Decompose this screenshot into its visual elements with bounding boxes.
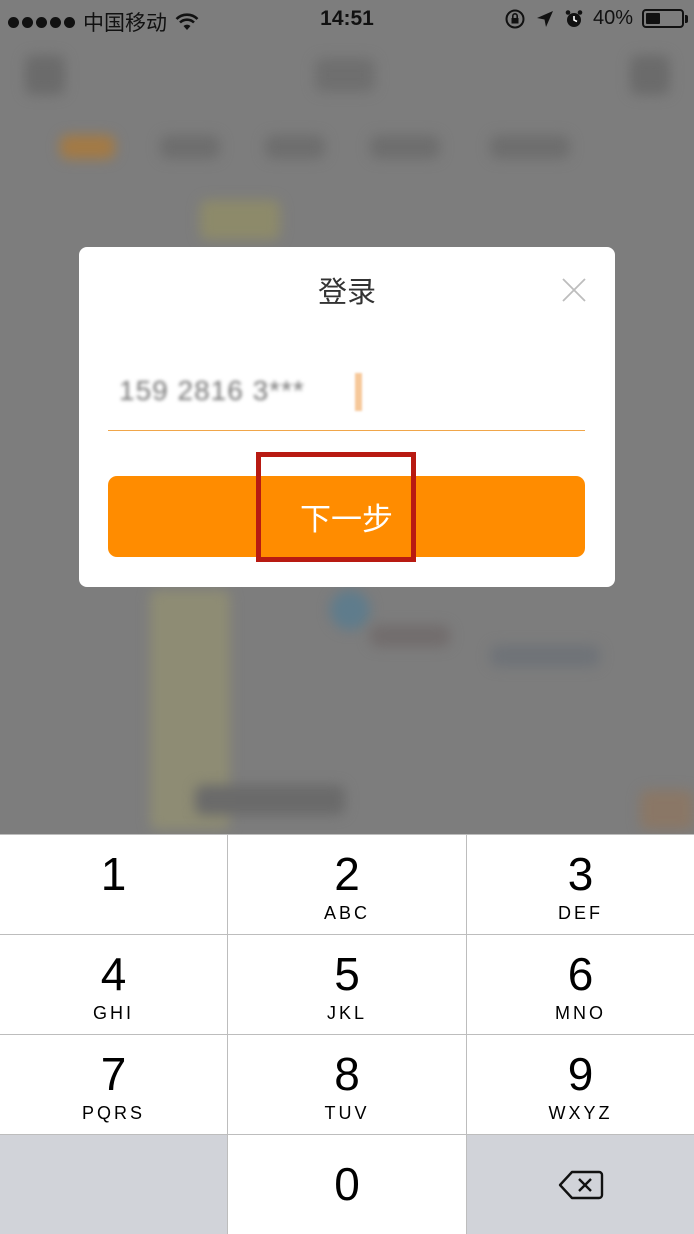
key-letters: DEF [558,903,603,923]
bg-title-blob [315,58,375,92]
key-digit: 6 [567,948,594,1000]
key-digit: 8 [334,1048,360,1100]
bg-tab-blob [160,135,220,159]
bg-map-blob [640,790,694,830]
key-letters: PQRS [81,1103,145,1123]
bg-map-pin [330,590,370,630]
key-blank [0,1135,227,1234]
backspace-icon [558,1170,603,1199]
next-step-button[interactable]: 下一步 [108,476,585,557]
status-right: 40% [504,7,688,30]
delete-key[interactable] [467,1135,694,1234]
key-digit: 5 [334,948,360,1000]
key-digit: 2 [334,848,360,900]
key-4[interactable]: 4 GHI [0,935,227,1034]
key-digit: 1 [100,848,127,900]
close-icon [562,278,586,302]
phone-input-value: 159 2816 3*** [119,375,305,406]
key-digit: 9 [567,1048,594,1100]
key-3[interactable]: 3 DEF [467,835,694,934]
location-arrow-icon [536,10,553,27]
key-6[interactable]: 6 MNO [467,935,694,1034]
key-letters: WXYZ [548,1103,613,1123]
bg-tab-blob [265,135,325,159]
alarm-clock-icon [565,9,583,27]
key-7[interactable]: 7 PQRS [0,1035,227,1134]
dialog-title: 登录 [317,275,376,309]
key-digit: 4 [100,948,127,1000]
key-letters: JKL [326,1003,368,1023]
battery-icon [642,9,688,28]
numeric-keypad: 1 2 ABC 3 DEF 4 GHI 5 JKL 6 MNO 7 PQRS 8… [0,834,694,1234]
key-letters: GHI [92,1003,134,1023]
key-5[interactable]: 5 JKL [228,935,466,1034]
close-button[interactable] [555,271,593,309]
key-digit: 0 [334,1158,360,1210]
bg-map-label [370,625,450,647]
phone-input[interactable]: 159 2816 3*** [108,365,585,431]
key-2[interactable]: 2 ABC [228,835,466,934]
bg-tab-blob [490,135,570,159]
bg-menu-blob [25,55,65,95]
bg-tab-blob [60,135,115,159]
key-9[interactable]: 9 WXYZ [467,1035,694,1134]
bg-map-label [490,645,600,667]
key-0[interactable]: 0 [228,1135,466,1234]
key-letters: ABC [323,903,370,923]
key-8[interactable]: 8 TUV [228,1035,466,1134]
bg-map-blob [200,200,280,240]
rotation-lock-icon [505,9,525,28]
key-letters: MNO [555,1003,606,1023]
key-digit: 7 [100,1048,127,1100]
bg-tab-blob [370,135,440,159]
key-letters: TUV [324,1103,370,1123]
login-dialog: 登录 159 2816 3*** 下一步 [79,247,615,587]
status-bar: 中国移动 14:51 40% [0,0,694,38]
key-digit: 3 [567,848,594,900]
key-1[interactable]: 1 [0,835,227,934]
battery-percent: 40% [592,7,633,29]
text-cursor [355,373,362,411]
bg-map-label [195,785,345,815]
bg-icon-blob [630,55,670,95]
